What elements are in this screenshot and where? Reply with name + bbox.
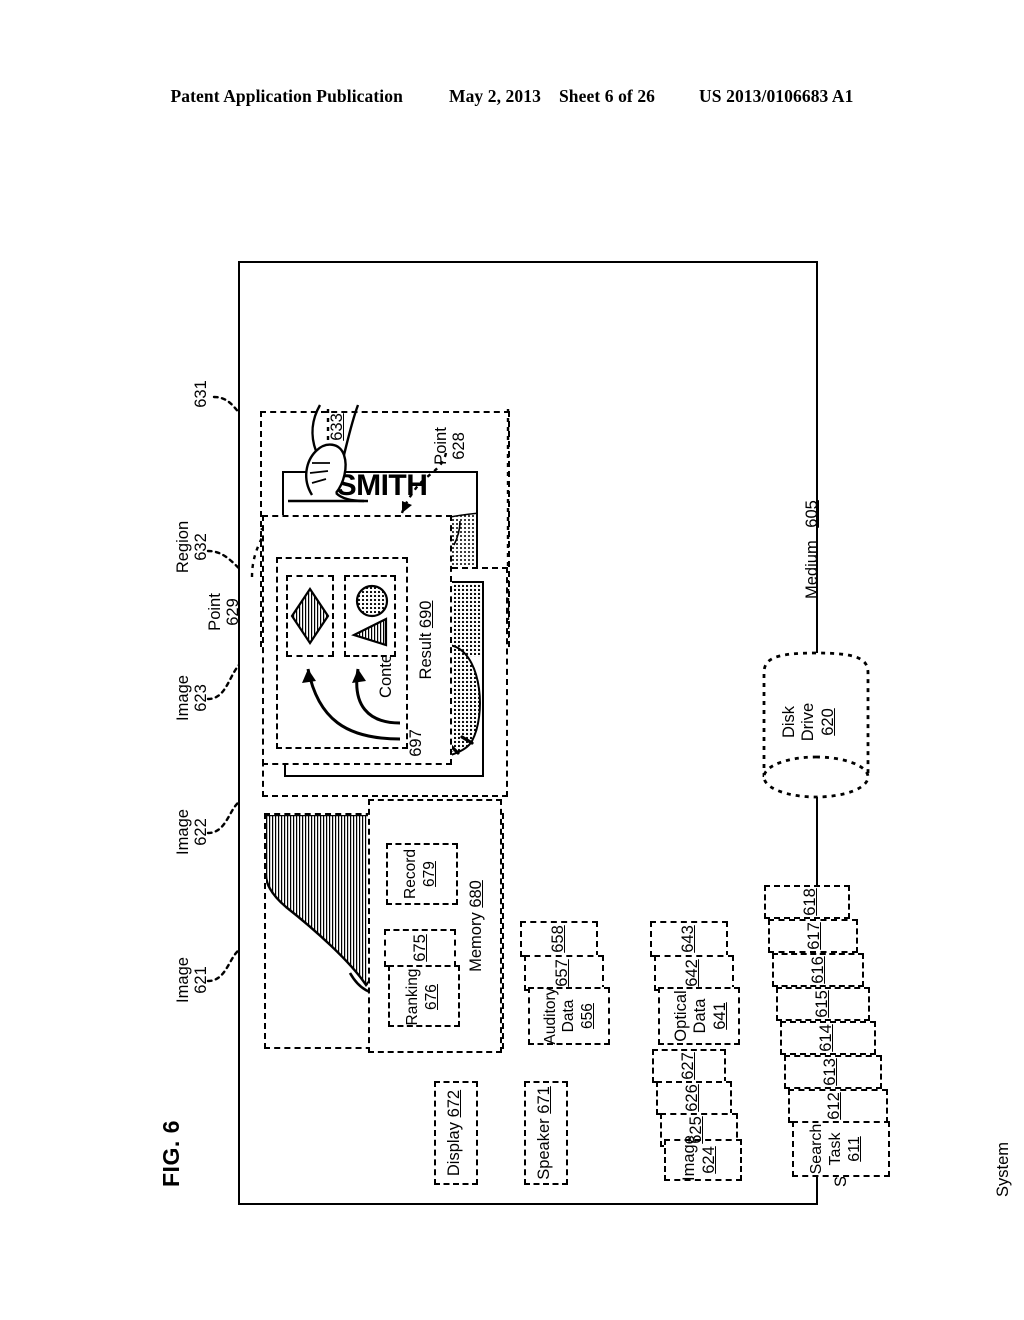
result-label: Result [417,632,435,680]
search-task-ref: 611 [845,1136,863,1162]
arrows-697 [302,668,401,741]
image-data-ref-627: 627 [679,1052,697,1080]
ranking-ref-675: 675 [411,934,429,962]
image-data-ref-626: 626 [683,1084,701,1112]
search-task-ref-612: 612 [825,1092,843,1120]
search-task-ref-617: 617 [805,922,823,950]
medium-label-group: Medium 605 [803,500,822,599]
point-628-label: Point [432,427,450,465]
search-task-label-line2: Task [826,1132,844,1166]
medium-ref: 605 [803,500,821,528]
figure-6: FIG. 6 System Image 623 Image 622 Image … [132,195,1012,1205]
hand-633-callout: 633 [328,403,346,451]
disk-drive-ref: 620 [818,708,837,736]
record-label-text: Record [402,849,419,899]
memory-ref: 680 [467,880,485,908]
point-629-ref: 629 [224,598,243,626]
auditory-data-label-line2: Data [560,999,578,1033]
image-data-ref-625: 625 [687,1116,705,1144]
optical-data-label: Optical Data 641 [672,987,730,1045]
point-629-label: Point [206,593,224,631]
display-ref: 672 [445,1089,463,1118]
point-628-callout: Point 628 [432,413,468,479]
patent-number: US 2013/0106683 A1 [699,86,854,106]
search-task-ref-616: 616 [809,956,827,984]
record-ref: 679 [420,861,438,887]
auditory-data-label: Auditory Data 656 [542,985,597,1047]
sheet-number: Sheet 6 of 26 [558,86,656,106]
publication-date: May 2, 2013 [448,86,541,106]
publication-header: Patent Application Publication May 2, 20… [0,86,1024,107]
optical-data-ref-642: 642 [683,959,701,987]
memory-label-group: Memory 680 [467,799,486,1053]
optical-data-ref: 641 [710,1002,729,1030]
display-label-group: Display 672 [445,1081,464,1185]
disk-drive-label-line2: Drive [799,702,818,742]
auditory-data-label-line1: Auditory [542,987,559,1045]
search-task-ref-615: 615 [813,990,831,1018]
auditory-data-ref: 656 [578,1003,596,1029]
auditory-data-ref-658: 658 [549,925,567,953]
search-task-label: Search Task 611 [808,1121,865,1177]
point-629-callout: Point 629 [206,579,242,645]
speaker-ref: 671 [535,1086,553,1114]
medium-label: Medium [803,540,821,599]
ranking-label: Ranking 676 [404,965,441,1029]
result-ref: 690 [417,600,435,629]
ranking-ref: 676 [422,984,440,1010]
optical-data-ref-643: 643 [679,925,697,953]
publication-title: Patent Application Publication [170,86,403,106]
optical-data-label-line1: Optical [672,990,690,1042]
point-628-ref: 628 [450,432,469,460]
auditory-data-ref-657: 657 [553,959,571,987]
search-task-label-line1: Search [808,1123,825,1175]
search-task-ref-613: 613 [821,1058,839,1086]
ranking-label-text: Ranking [404,968,421,1026]
arrows-697-label: 697 [407,729,425,757]
speaker-label: Speaker [535,1118,553,1180]
disk-drive-label-line1: Disk [780,705,798,739]
hand-633-ref: 633 [328,413,346,441]
optical-data-label-line2: Data [691,998,710,1034]
disk-drive-label: Disk Drive 620 [780,687,838,757]
search-task-ref-618: 618 [801,888,819,916]
system-label: System [994,1141,1012,1197]
speaker-label-group: Speaker 671 [535,1081,554,1185]
memory-label: Memory [467,912,485,972]
search-task-ref-614: 614 [817,1024,835,1052]
display-label: Display [445,1122,463,1177]
record-label: Record 679 [402,843,439,905]
